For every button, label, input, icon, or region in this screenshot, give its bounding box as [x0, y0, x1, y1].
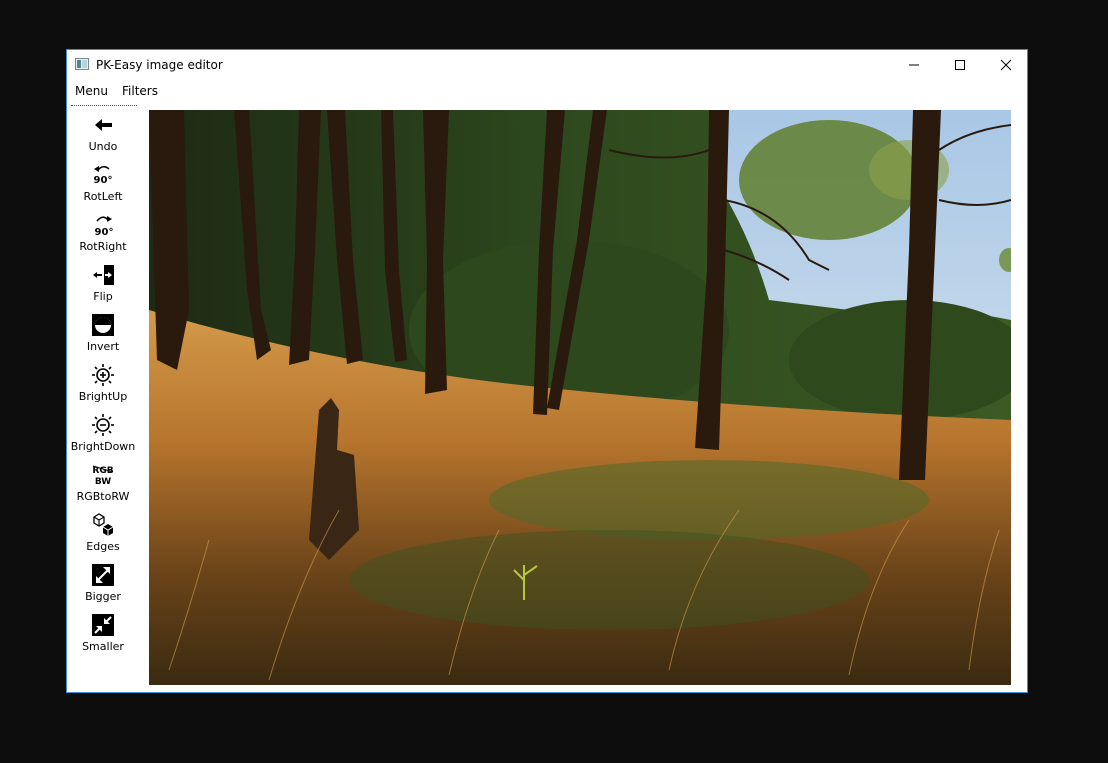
app-window: PK-Easy image editor Menu Filters Undo 9…	[66, 49, 1028, 693]
invert-label: Invert	[86, 340, 120, 353]
minimize-button[interactable]	[891, 50, 937, 80]
menu-menu[interactable]: Menu	[75, 84, 108, 98]
brightness-down-icon	[92, 414, 114, 436]
minimize-icon	[909, 64, 919, 66]
image-canvas[interactable]	[149, 110, 1011, 685]
close-button[interactable]	[983, 50, 1029, 80]
rotate-left-degree-text: 90°	[94, 175, 113, 186]
maximize-icon	[955, 60, 965, 70]
enlarge-button[interactable]: Bigger	[73, 562, 133, 610]
edges-icon	[93, 513, 114, 536]
flip-icon	[93, 265, 114, 285]
undo-button[interactable]: Undo	[73, 112, 133, 160]
shrink-button[interactable]: Smaller	[73, 612, 133, 660]
brightness-up-button[interactable]: BrightUp	[73, 362, 133, 410]
undo-label: Undo	[88, 140, 118, 153]
rotate-left-button[interactable]: 90° RotLeft	[73, 162, 133, 210]
title-bar[interactable]: PK-Easy image editor	[67, 50, 1027, 80]
menu-bar: Menu Filters	[67, 80, 1027, 106]
rotate-right-90-icon: 90°	[95, 216, 114, 238]
menu-separator	[71, 105, 137, 106]
rotate-right-label: RotRight	[79, 240, 127, 253]
undo-arrow-icon	[95, 119, 112, 131]
flip-button[interactable]: Flip	[73, 262, 133, 310]
rotate-left-90-icon: 90°	[94, 165, 113, 186]
rotate-right-degree-text: 90°	[95, 227, 114, 238]
maximize-button[interactable]	[937, 50, 983, 80]
brightness-up-label: BrightUp	[78, 390, 128, 403]
brightness-up-icon	[92, 364, 114, 386]
invert-button[interactable]: Invert	[73, 312, 133, 360]
edges-button[interactable]: Edges	[73, 512, 133, 560]
brightness-down-label: BrightDown	[70, 440, 136, 453]
rotate-left-label: RotLeft	[83, 190, 123, 203]
enlarge-label: Bigger	[85, 590, 121, 603]
bw-icon-text: BW	[95, 477, 111, 487]
invert-icon	[92, 314, 114, 336]
menu-filters[interactable]: Filters	[122, 84, 158, 98]
shrink-icon	[92, 614, 114, 636]
rgb-to-bw-button[interactable]: RGB BW RGBtoRW	[73, 462, 133, 510]
window-title: PK-Easy image editor	[96, 58, 223, 72]
close-icon	[1000, 59, 1012, 71]
brightness-down-button[interactable]: BrightDown	[70, 412, 136, 460]
app-icon	[75, 58, 89, 70]
forest-meadow-photo	[149, 110, 1011, 685]
rgb-to-bw-icon: RGB BW	[92, 465, 114, 487]
edges-label: Edges	[86, 540, 120, 553]
rotate-right-button[interactable]: 90° RotRight	[73, 212, 133, 260]
shrink-label: Smaller	[82, 640, 124, 653]
flip-label: Flip	[93, 290, 113, 303]
rgb-to-bw-label: RGBtoRW	[76, 490, 130, 503]
enlarge-icon	[92, 564, 114, 586]
